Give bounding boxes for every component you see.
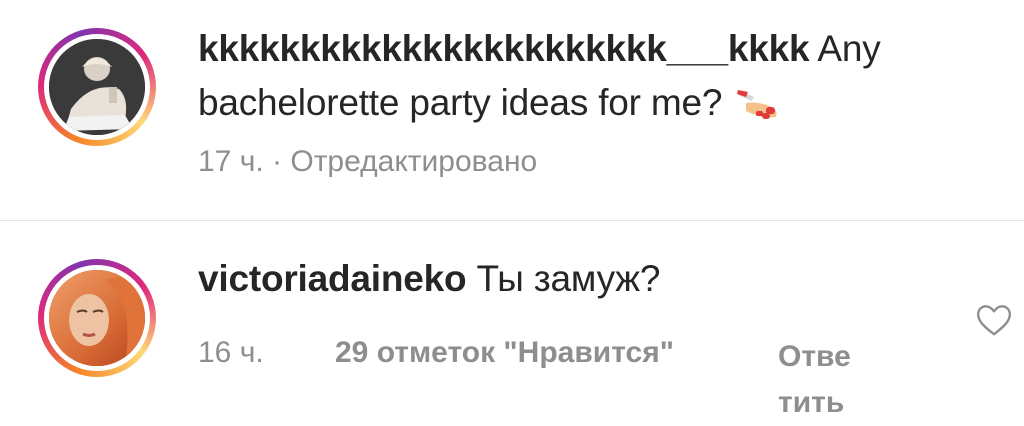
reply-button[interactable]: Ответить [778, 334, 862, 426]
heart-outline-icon[interactable] [974, 300, 1014, 340]
avatar-story-ring[interactable] [38, 259, 156, 377]
comment-body: victoriadaineko Ты замуж? [198, 252, 964, 306]
avatar[interactable] [49, 270, 145, 366]
likes-count-link[interactable]: 29 отметок "Нравится" [335, 336, 674, 370]
comment-line: victoriadaineko Ты замуж? [198, 252, 964, 306]
comment-username[interactable]: victoriadaineko [198, 258, 467, 299]
comment-time: 16 ч. [198, 336, 264, 369]
comment-text: Ты замуж? [476, 258, 661, 299]
